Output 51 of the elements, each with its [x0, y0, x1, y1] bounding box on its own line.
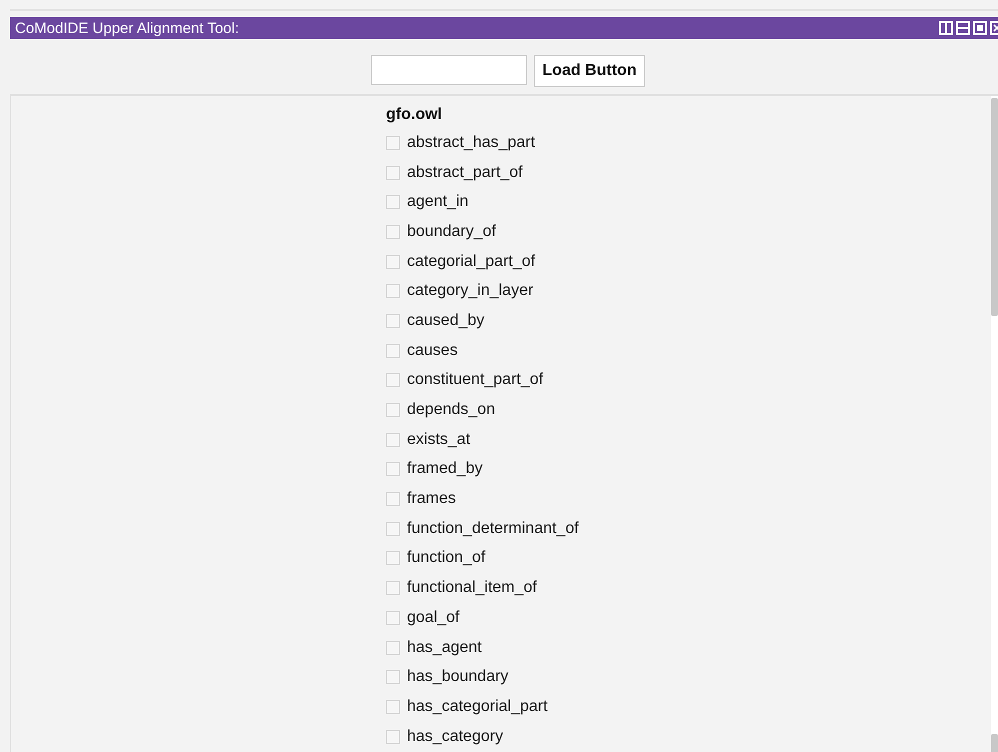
checkbox-label: categorial_part_of [407, 252, 536, 271]
checkbox[interactable] [386, 610, 400, 625]
checkbox-label: constituent_part_of [407, 371, 544, 390]
split-horizontal-icon[interactable] [956, 21, 970, 35]
checkbox[interactable] [386, 432, 400, 447]
checkbox-label: caused_by [407, 312, 484, 330]
checkbox[interactable] [386, 254, 400, 269]
checkbox[interactable] [386, 700, 400, 714]
checkbox[interactable] [386, 136, 400, 150]
checkbox-label: has_categorial_part [407, 698, 548, 716]
checkbox[interactable] [386, 551, 400, 566]
checkbox-label: category_in_layer [407, 282, 534, 300]
split-vertical-icon[interactable] [939, 21, 953, 35]
scrollbar-thumb[interactable] [991, 98, 998, 316]
checkbox-label: causes [407, 342, 458, 360]
checkbox-label: functional_item_of [407, 579, 537, 598]
checkbox-label: frames [407, 490, 456, 508]
checkbox-label: agent_in [407, 193, 468, 212]
checkbox-label: goal_of [407, 608, 460, 627]
checkbox-label: has_boundary [407, 668, 508, 686]
ontology-name: gfo.owl [386, 106, 442, 125]
load-button[interactable]: Load Button [534, 55, 645, 87]
checkbox[interactable] [386, 344, 400, 358]
checkbox[interactable] [386, 195, 400, 210]
checkbox-label: abstract_part_of [407, 164, 523, 182]
checkbox[interactable] [386, 492, 400, 506]
checkbox[interactable] [386, 284, 400, 298]
checkbox[interactable] [386, 314, 400, 328]
checkbox[interactable] [386, 166, 400, 180]
checkbox[interactable] [386, 640, 400, 655]
checkbox-label: has_category [407, 728, 504, 746]
checkbox[interactable] [386, 670, 400, 684]
checkbox[interactable] [386, 224, 400, 239]
maximize-icon[interactable] [973, 21, 987, 35]
checkbox[interactable] [386, 373, 400, 388]
checkbox-label: function_determinant_of [407, 520, 579, 538]
scrollbar[interactable] [991, 96, 998, 752]
checkbox[interactable] [386, 522, 400, 536]
checkbox[interactable] [386, 462, 400, 476]
checkbox-label: framed_by [407, 460, 483, 478]
checkbox[interactable] [386, 581, 400, 596]
checkbox[interactable] [386, 403, 400, 418]
checkbox-label: boundary_of [407, 222, 496, 241]
checkbox-label: depends_on [407, 401, 496, 420]
checkbox-label: abstract_has_part [407, 134, 536, 152]
file-field[interactable] [371, 55, 528, 85]
checkbox[interactable] [386, 730, 400, 744]
panel-title: CoModIDE Upper Alignment Tool: [15, 20, 240, 36]
checkbox-label: has_agent [407, 638, 482, 657]
checkbox-label: function_of [407, 549, 486, 568]
checkbox-label: exists_at [407, 430, 470, 449]
